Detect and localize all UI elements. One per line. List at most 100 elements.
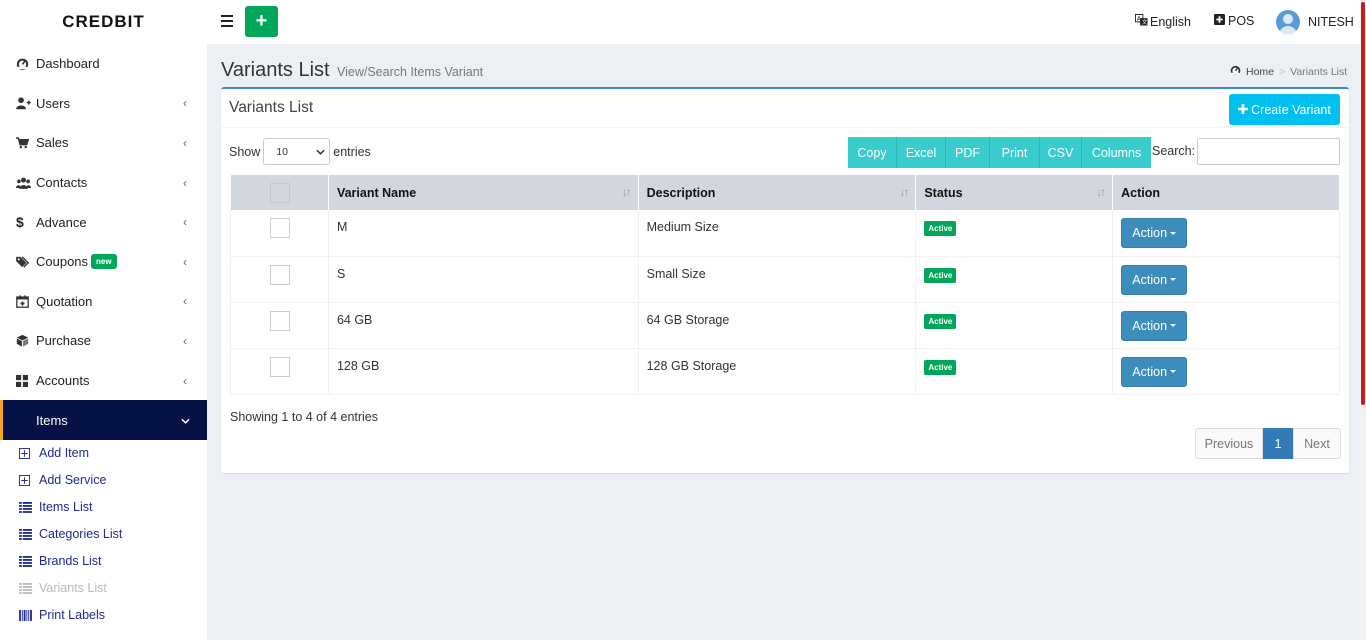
list-icon (19, 555, 39, 567)
column-header-label: Status (924, 185, 963, 200)
description-cell: 128 GB Storage (638, 348, 917, 395)
language-label: English (1150, 14, 1191, 29)
entries-label: entries (333, 144, 371, 159)
page-title: Variants List (221, 59, 330, 81)
export-buttons: Copy Excel PDF Print CSV Columns (848, 137, 1151, 168)
search-input[interactable] (1197, 138, 1340, 165)
user-name: NITESH (1308, 15, 1354, 29)
sidebar-item-contacts[interactable]: Contacts ‹ (0, 163, 207, 203)
sidebar-item-dashboard[interactable]: Dashboard (0, 44, 207, 84)
csv-button[interactable]: CSV (1040, 137, 1082, 168)
action-dropdown-button[interactable]: Action (1121, 310, 1188, 341)
sidebar-item-label: Accounts (36, 373, 90, 389)
brand-logo[interactable]: CREDBIT (0, 0, 207, 44)
columns-button[interactable]: Columns (1082, 137, 1151, 168)
column-header-description[interactable]: Description ↓↑ (638, 175, 917, 210)
caret-down-icon (1170, 370, 1177, 373)
row-checkbox[interactable] (270, 310, 290, 331)
next-page-button[interactable]: Next (1293, 428, 1341, 459)
chevron-left-icon: ‹ (183, 135, 187, 150)
action-dropdown-button[interactable]: Action (1121, 218, 1188, 248)
users-icon (16, 177, 36, 189)
copy-button[interactable]: Copy (848, 137, 897, 168)
user-menu[interactable]: NITESH (1276, 10, 1354, 34)
create-variant-label: Create Variant (1251, 102, 1331, 117)
column-header-variant-name[interactable]: Variant Name ↓↑ (328, 175, 639, 210)
sidebar-item-sales[interactable]: Sales ‹ (0, 123, 207, 163)
entries-length-control: Show 10 entries (229, 138, 371, 165)
table-header-row: Variant Name ↓↑ Description ↓↑ Status ↓↑ Ac… (230, 175, 1340, 210)
breadcrumb-home[interactable]: Home (1246, 66, 1274, 78)
hamburger-menu-icon[interactable] (221, 15, 233, 27)
select-all-checkbox[interactable] (269, 182, 290, 203)
chevron-down-icon (179, 413, 191, 427)
row-checkbox[interactable] (270, 218, 290, 238)
sidebar-item-accounts[interactable]: Accounts ‹ (0, 361, 207, 401)
sidebar-item-quotation[interactable]: Quotation ‹ (0, 282, 207, 322)
row-checkbox[interactable] (270, 356, 290, 377)
sidebar-item-label: Quotation (36, 293, 93, 309)
entries-value: 10 (276, 145, 288, 158)
chevron-left-icon: ‹ (183, 254, 187, 269)
sidebar-item-items[interactable]: Items (0, 400, 207, 440)
sidebar: CREDBIT Dashboard Users ‹ Sales ‹ Contac… (0, 0, 207, 640)
scrollbar-thumb[interactable] (1361, 2, 1365, 405)
barcode-icon (19, 609, 39, 621)
sidebar-item-label: Coupons new (36, 254, 179, 270)
new-badge: new (91, 254, 117, 270)
dollar-icon: $ (16, 214, 24, 231)
column-header-action: Action (1112, 175, 1340, 210)
chevron-left-icon: ‹ (183, 175, 187, 190)
previous-page-button[interactable]: Previous (1195, 428, 1263, 459)
chevron-left-icon: ‹ (183, 215, 187, 230)
row-checkbox[interactable] (270, 264, 290, 285)
plus-icon (1238, 103, 1249, 117)
variant-name-cell: M (328, 210, 639, 257)
action-label: Action (1132, 318, 1168, 333)
column-header-label: Action (1121, 185, 1161, 200)
action-dropdown-button[interactable]: Action (1121, 356, 1188, 387)
pos-link[interactable]: POS (1214, 14, 1254, 28)
sidebar-item-label-text: Coupons (36, 254, 89, 270)
sidebar-item-label: Advance (36, 214, 87, 230)
action-dropdown-button[interactable]: Action (1121, 264, 1188, 295)
caret-down-icon (1170, 324, 1177, 327)
submenu-categories-list[interactable]: Categories List (0, 521, 207, 548)
submenu-variants-list[interactable]: Variants List (0, 575, 207, 602)
status-badge: Active (924, 221, 957, 236)
action-label: Action (1132, 272, 1168, 287)
submenu-label: Variants List (39, 581, 107, 596)
action-label: Action (1132, 226, 1168, 240)
create-variant-button[interactable]: Create Variant (1229, 94, 1340, 125)
action-label: Action (1132, 364, 1168, 379)
chevron-left-icon: ‹ (183, 294, 187, 309)
list-icon (19, 501, 39, 513)
table-row: 128 GB 128 GB Storage Active Action (230, 348, 1340, 395)
cart-icon (16, 137, 36, 149)
dashboard-icon (16, 57, 36, 71)
excel-button[interactable]: Excel (897, 137, 946, 168)
quick-add-button[interactable]: + (245, 6, 278, 37)
variant-name-cell: S (328, 256, 639, 303)
submenu-add-service[interactable]: Add Service (0, 467, 207, 494)
submenu-print-labels[interactable]: Print Labels (0, 602, 207, 629)
page-1-button[interactable]: 1 (1263, 428, 1293, 459)
submenu-brands-list[interactable]: Brands List (0, 548, 207, 575)
column-header-status[interactable]: Status ↓↑ (915, 175, 1114, 210)
language-selector[interactable]: A文 English (1135, 14, 1191, 29)
column-header-label: Variant Name (336, 185, 417, 200)
plus-square-icon (19, 474, 39, 486)
box-divider (221, 127, 1349, 128)
submenu-add-item[interactable]: Add Item (0, 440, 207, 467)
sidebar-item-purchase[interactable]: Purchase ‹ (0, 321, 207, 361)
sidebar-item-coupons[interactable]: Coupons new ‹ (0, 242, 207, 282)
submenu-label: Categories List (39, 527, 123, 542)
entries-select[interactable]: 10 (263, 138, 331, 165)
page-scrollbar[interactable] (1360, 0, 1366, 640)
submenu-items-list[interactable]: Items List (0, 494, 207, 521)
pdf-button[interactable]: PDF (946, 137, 990, 168)
sidebar-item-users[interactable]: Users ‹ (0, 84, 207, 124)
print-button[interactable]: Print (990, 137, 1040, 168)
sidebar-item-advance[interactable]: $ Advance ‹ (0, 202, 207, 242)
sidebar-item-label: Users (36, 95, 70, 111)
